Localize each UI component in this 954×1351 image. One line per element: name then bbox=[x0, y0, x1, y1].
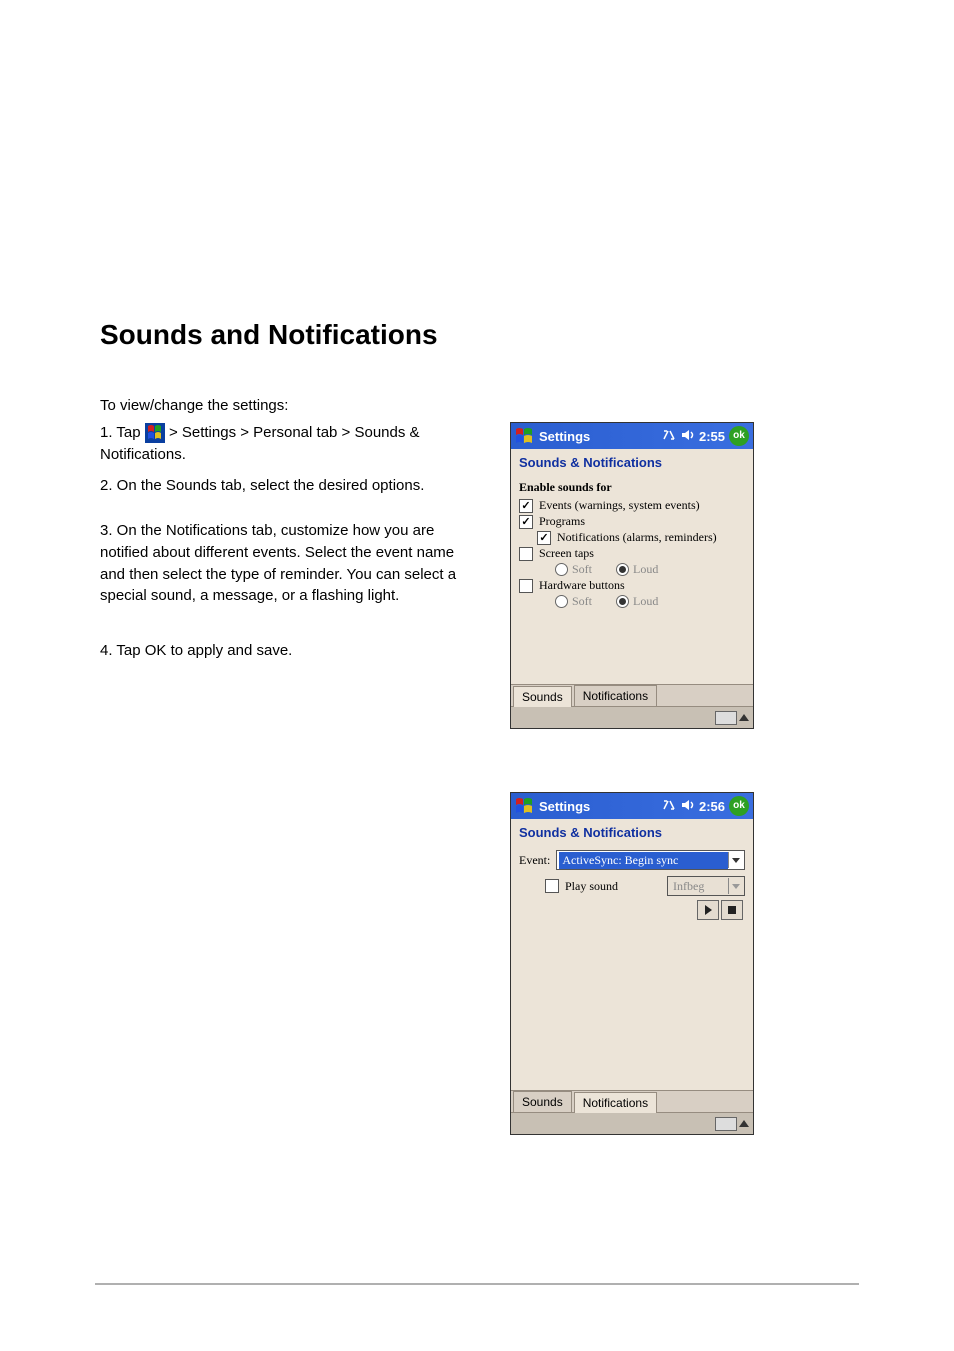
radio-taps-loud bbox=[616, 563, 629, 576]
stop-button[interactable] bbox=[721, 900, 743, 920]
step-2: 2. On the Sounds tab, select the desired… bbox=[100, 475, 480, 497]
checkbox-events[interactable] bbox=[519, 499, 533, 513]
checkbox-play-sound[interactable] bbox=[545, 879, 559, 893]
radio-row-taps: Soft Loud bbox=[519, 562, 745, 577]
tab-sounds[interactable]: Sounds bbox=[513, 1091, 572, 1112]
checkbox-programs[interactable] bbox=[519, 515, 533, 529]
titlebar: Settings 2:55 ok bbox=[511, 423, 753, 449]
label-screen-taps: Screen taps bbox=[539, 546, 594, 561]
title-text: Settings bbox=[539, 429, 590, 444]
play-sound-row: Play sound Infbeg bbox=[519, 876, 745, 896]
speaker-icon[interactable] bbox=[681, 798, 695, 815]
notifications-tab-content: Event: ActiveSync: Begin sync Play sound… bbox=[511, 844, 753, 1090]
label-programs: Programs bbox=[539, 514, 585, 529]
sip-bar bbox=[511, 1112, 753, 1134]
tab-bar: Sounds Notifications bbox=[511, 1090, 753, 1112]
sound-dropdown: Infbeg bbox=[667, 876, 745, 896]
tab-notifications[interactable]: Notifications bbox=[574, 1092, 657, 1113]
tab-sounds[interactable]: Sounds bbox=[513, 686, 572, 707]
panel-title: Sounds & Notifications bbox=[511, 819, 753, 844]
sounds-tab-content: Enable sounds for Events (warnings, syst… bbox=[511, 474, 753, 684]
title-text: Settings bbox=[539, 799, 590, 814]
sip-bar bbox=[511, 706, 753, 728]
connectivity-icon[interactable] bbox=[661, 428, 677, 445]
label-taps-loud: Loud bbox=[633, 562, 658, 577]
screenshot-sounds-tab: Settings 2:55 ok Sounds & Notifications … bbox=[510, 422, 754, 729]
event-row: Event: ActiveSync: Begin sync bbox=[519, 850, 745, 870]
ok-button[interactable]: ok bbox=[729, 426, 749, 446]
play-icon bbox=[705, 905, 712, 915]
windows-start-icon[interactable] bbox=[515, 797, 533, 815]
radio-hw-loud bbox=[616, 595, 629, 608]
label-hw-soft: Soft bbox=[572, 594, 592, 609]
chevron-down-icon[interactable] bbox=[728, 852, 742, 868]
section-heading: Sounds and Notifications bbox=[100, 315, 438, 356]
radio-hw-soft bbox=[555, 595, 568, 608]
chevron-down-icon bbox=[728, 878, 742, 894]
checkbox-row-events[interactable]: Events (warnings, system events) bbox=[519, 498, 745, 513]
clock-text: 2:55 bbox=[699, 429, 725, 444]
radio-row-hw: Soft Loud bbox=[519, 594, 745, 609]
label-hw-loud: Loud bbox=[633, 594, 658, 609]
screenshot-notifications-tab: Settings 2:56 ok Sounds & Notifications … bbox=[510, 792, 754, 1135]
connectivity-icon[interactable] bbox=[661, 798, 677, 815]
label-notifications: Notifications (alarms, reminders) bbox=[557, 530, 717, 545]
checkbox-row-programs[interactable]: Programs bbox=[519, 514, 745, 529]
play-button[interactable] bbox=[697, 900, 719, 920]
clock-text: 2:56 bbox=[699, 799, 725, 814]
checkbox-hardware-buttons[interactable] bbox=[519, 579, 533, 593]
sip-arrow-up-icon[interactable] bbox=[739, 1120, 749, 1127]
sip-arrow-up-icon[interactable] bbox=[739, 714, 749, 721]
speaker-icon[interactable] bbox=[681, 428, 695, 445]
checkbox-row-notifications[interactable]: Notifications (alarms, reminders) bbox=[519, 530, 745, 545]
panel-title: Sounds & Notifications bbox=[511, 449, 753, 474]
checkbox-row-screen-taps[interactable]: Screen taps bbox=[519, 546, 745, 561]
label-hardware-buttons: Hardware buttons bbox=[539, 578, 625, 593]
keyboard-icon[interactable] bbox=[715, 711, 737, 725]
group-label-enable-sounds: Enable sounds for bbox=[519, 480, 745, 495]
event-dropdown-value: ActiveSync: Begin sync bbox=[559, 852, 728, 869]
sound-dropdown-value: Infbeg bbox=[670, 878, 728, 895]
step-1: 1. Tap > Settings > Personal tab > Sound… bbox=[100, 422, 480, 466]
windows-start-icon-inline bbox=[145, 423, 165, 443]
instruction-intro: To view/change the settings: bbox=[100, 395, 288, 417]
radio-taps-soft bbox=[555, 563, 568, 576]
titlebar: Settings 2:56 ok bbox=[511, 793, 753, 819]
step1-prefix: 1. Tap bbox=[100, 424, 145, 441]
play-stop-row bbox=[519, 900, 745, 920]
label-taps-soft: Soft bbox=[572, 562, 592, 577]
tab-bar: Sounds Notifications bbox=[511, 684, 753, 706]
ok-button[interactable]: ok bbox=[729, 796, 749, 816]
step-4: 4. Tap OK to apply and save. bbox=[100, 640, 480, 662]
label-play-sound: Play sound bbox=[565, 879, 618, 894]
keyboard-icon[interactable] bbox=[715, 1117, 737, 1131]
checkbox-row-hardware-buttons[interactable]: Hardware buttons bbox=[519, 578, 745, 593]
checkbox-screen-taps[interactable] bbox=[519, 547, 533, 561]
event-dropdown[interactable]: ActiveSync: Begin sync bbox=[556, 850, 745, 870]
windows-start-icon[interactable] bbox=[515, 427, 533, 445]
stop-icon bbox=[728, 906, 736, 914]
footer-divider bbox=[95, 1283, 859, 1285]
step-3: 3. On the Notifications tab, customize h… bbox=[100, 520, 480, 607]
tab-notifications[interactable]: Notifications bbox=[574, 685, 657, 706]
label-events: Events (warnings, system events) bbox=[539, 498, 700, 513]
checkbox-notifications[interactable] bbox=[537, 531, 551, 545]
label-event: Event: bbox=[519, 853, 550, 868]
